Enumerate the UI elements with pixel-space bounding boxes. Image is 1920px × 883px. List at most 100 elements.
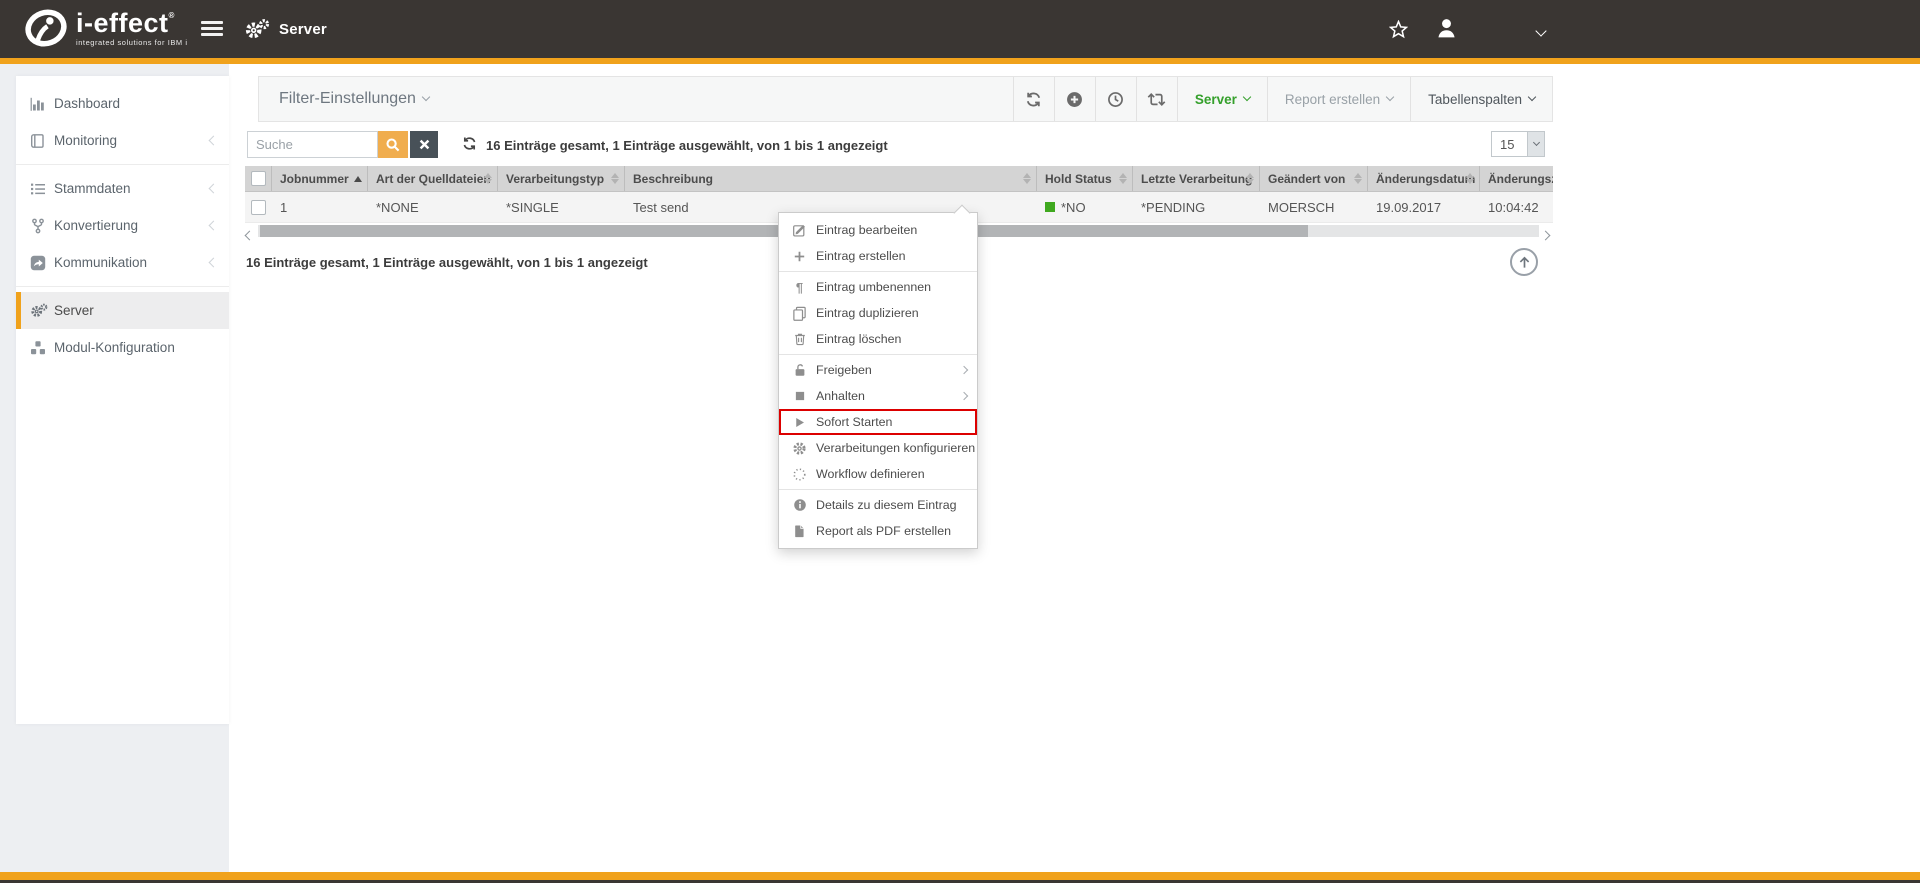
search-input[interactable] [247,131,378,158]
result-summary-footer: 16 Einträge gesamt, 1 Einträge ausgewähl… [246,255,648,270]
sidebar-item-stammdaten[interactable]: Stammdaten [16,170,229,207]
arrow-up-icon [1517,255,1532,270]
menu-item-label: Anhalten [816,389,865,403]
column-header-nderungszeit[interactable]: Änderungszeit [1480,166,1553,191]
tabellenspalten-dropdown[interactable]: Tabellenspalten [1410,77,1552,121]
history-icon [1107,91,1124,108]
cell-value: *NO [1061,200,1086,215]
page-size-select[interactable]: 15 [1491,131,1545,157]
menu-item-freigeben[interactable]: Freigeben [779,357,977,383]
sidebar-item-label: Modul-Konfiguration [54,340,175,355]
column-header-jobnummer[interactable]: Jobnummer [272,166,368,191]
result-summary: 16 Einträge gesamt, 1 Einträge ausgewähl… [486,138,888,153]
history-button[interactable] [1095,77,1136,121]
menu-item-label: Freigeben [816,363,872,377]
plus-circle-button[interactable] [1054,77,1095,121]
book-icon [30,133,54,149]
column-header-art-der-quelldateien[interactable]: Art der Quelldateien [368,166,498,191]
scroll-to-top-button[interactable] [1510,248,1538,276]
file-icon [791,524,808,538]
menu-item-label: Verarbeitungen konfigurieren [816,441,975,455]
sidebar-item-label: Konvertierung [54,218,138,233]
bar-chart-icon [30,96,54,112]
column-header-beschreibung[interactable]: Beschreibung [625,166,1037,191]
report-erstellen-dropdown[interactable]: Report erstellen [1267,77,1410,121]
clear-search-button[interactable] [410,131,438,158]
accent-bar-bottom [0,872,1920,880]
unlock-icon [791,363,808,377]
sidebar-item-konvertierung[interactable]: Konvertierung [16,207,229,244]
sidebar-item-server[interactable]: Server [16,292,229,329]
menu-divider [779,354,977,355]
cell-value: *SINGLE [506,200,559,215]
cell-hold-status: *NO [1037,192,1133,222]
logo-name: i-effect® [76,10,188,37]
menu-item-sofort-starten[interactable]: Sofort Starten [779,409,977,435]
user-icon[interactable] [1435,17,1458,40]
filter-settings-dropdown[interactable]: Filter-Einstellungen [259,77,429,121]
row-checkbox[interactable] [251,200,266,215]
menu-item-report-als-pdf-erstellen[interactable]: Report als PDF erstellen [779,518,977,544]
menu-item-anhalten[interactable]: Anhalten [779,383,977,409]
sidebar-item-kommunikation[interactable]: Kommunikation [16,244,229,281]
column-label: Art der Quelldateien [376,172,491,186]
dropdown-label: Tabellenspalten [1428,92,1522,107]
sidebar: DashboardMonitoring Stammdaten Konvertieru… [16,76,229,724]
menu-item-eintrag-erstellen[interactable]: Eintrag erstellen [779,243,977,269]
cell-value: 10:04:42 [1488,200,1539,215]
menu-item-label: Eintrag duplizieren [816,306,919,320]
menu-item-eintrag-bearbeiten[interactable]: Eintrag bearbeiten [779,217,977,243]
logo-swirl-icon [24,6,68,50]
menu-item-eintrag-l-schen[interactable]: Eintrag löschen [779,326,977,352]
star-icon[interactable] [1389,20,1408,39]
menu-item-verarbeitungen-konfigurieren[interactable]: Verarbeitungen konfigurieren [779,435,977,461]
column-header-hold-status[interactable]: Hold Status [1037,166,1133,191]
ieffect-logo[interactable]: i-effect® integrated solutions for IBM i [24,6,188,50]
scroll-right-icon[interactable] [1542,226,1549,244]
sidebar-item-monitoring[interactable]: Monitoring [16,122,229,159]
retweet-button[interactable] [1136,77,1177,121]
retweet-icon [1147,92,1166,107]
menu-item-eintrag-umbenennen[interactable]: ¶Eintrag umbenennen [779,274,977,300]
code-fork-icon [30,218,54,234]
scroll-left-icon[interactable] [246,226,253,244]
menu-item-details-zu-diesem-eintrag[interactable]: Details zu diesem Eintrag [779,492,977,518]
sort-toggle-icon [1119,173,1127,184]
column-header-nderungsdatum[interactable]: Änderungsdatum [1368,166,1480,191]
chevron-down-icon [1386,93,1394,101]
copy-icon [791,306,808,321]
sort-ascending-icon [354,176,362,182]
sort-toggle-icon [1466,173,1474,184]
server-dropdown[interactable]: Server [1177,77,1267,121]
menu-item-label: Eintrag umbenennen [816,280,931,294]
column-header-verarbeitungstyp[interactable]: Verarbeitungstyp [498,166,625,191]
sidebar-item-modul-konfiguration[interactable]: Modul-Konfiguration [16,329,229,366]
refresh-button[interactable] [1013,77,1054,121]
column-header-letzte-verarbeitung[interactable]: Letzte Verarbeitung [1133,166,1260,191]
chevron-down-icon[interactable] [1530,24,1545,42]
chevron-down-icon [422,93,430,101]
sidebar-item-dashboard[interactable]: Dashboard [16,85,229,122]
menu-item-label: Workflow definieren [816,467,925,481]
cell-art-der-quelldateien: *NONE [368,192,498,222]
search-icon [385,137,401,153]
menu-item-eintrag-duplizieren[interactable]: Eintrag duplizieren [779,300,977,326]
select-all-checkbox[interactable] [251,171,266,186]
sidebar-divider [16,286,229,287]
column-label: Verarbeitungstyp [506,172,604,186]
search-button[interactable] [378,131,408,158]
menu-item-workflow-definieren[interactable]: Workflow definieren [779,461,977,487]
menu-item-label: Eintrag löschen [816,332,901,346]
column-header-ge-ndert-von[interactable]: Geändert von [1260,166,1368,191]
hamburger-menu-icon[interactable] [201,21,223,40]
registered-mark: ® [169,11,175,20]
menu-item-label: Details zu diesem Eintrag [816,498,957,512]
cell-letzte-verarbeitung: *PENDING [1133,192,1260,222]
menu-item-label: Report als PDF erstellen [816,524,951,538]
edit-icon [791,223,808,238]
plus-icon [791,250,808,263]
row-checkbox-cell [245,192,272,222]
refresh-icon[interactable] [462,136,477,151]
cell-value: *NONE [376,200,419,215]
cell-verarbeitungstyp: *SINGLE [498,192,625,222]
